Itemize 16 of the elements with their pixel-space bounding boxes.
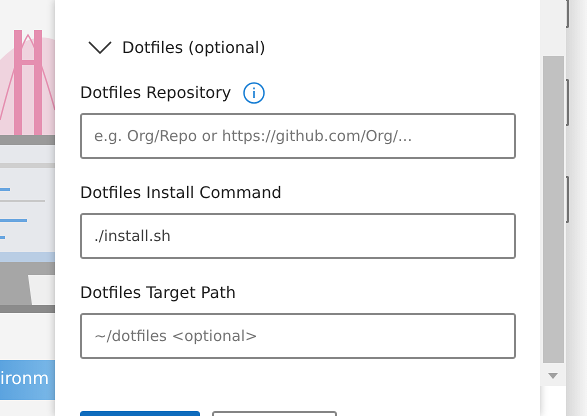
field-label: Dotfiles Install Command xyxy=(80,182,282,204)
field-edge xyxy=(566,79,569,126)
field-label: Dotfiles Repository xyxy=(80,82,232,104)
secondary-button[interactable] xyxy=(212,411,337,416)
scroll-down-icon[interactable] xyxy=(548,373,558,379)
section-toggle[interactable]: Dotfiles (optional) xyxy=(80,34,516,61)
field-label: Dotfiles Target Path xyxy=(80,282,236,304)
scrollbar-thumb[interactable] xyxy=(542,56,564,363)
chevron-down-icon xyxy=(88,40,112,54)
field-edge xyxy=(566,0,569,28)
text-field[interactable]: e.g. Org/Repo or https://github.com/Org/... xyxy=(80,113,516,159)
text-field[interactable]: ~/dotfiles <optional> xyxy=(80,313,516,359)
info-icon[interactable] xyxy=(243,82,266,104)
text-field[interactable]: ./install.sh xyxy=(80,213,516,259)
field-edge xyxy=(566,176,569,223)
banner-title: ironm xyxy=(0,368,50,392)
